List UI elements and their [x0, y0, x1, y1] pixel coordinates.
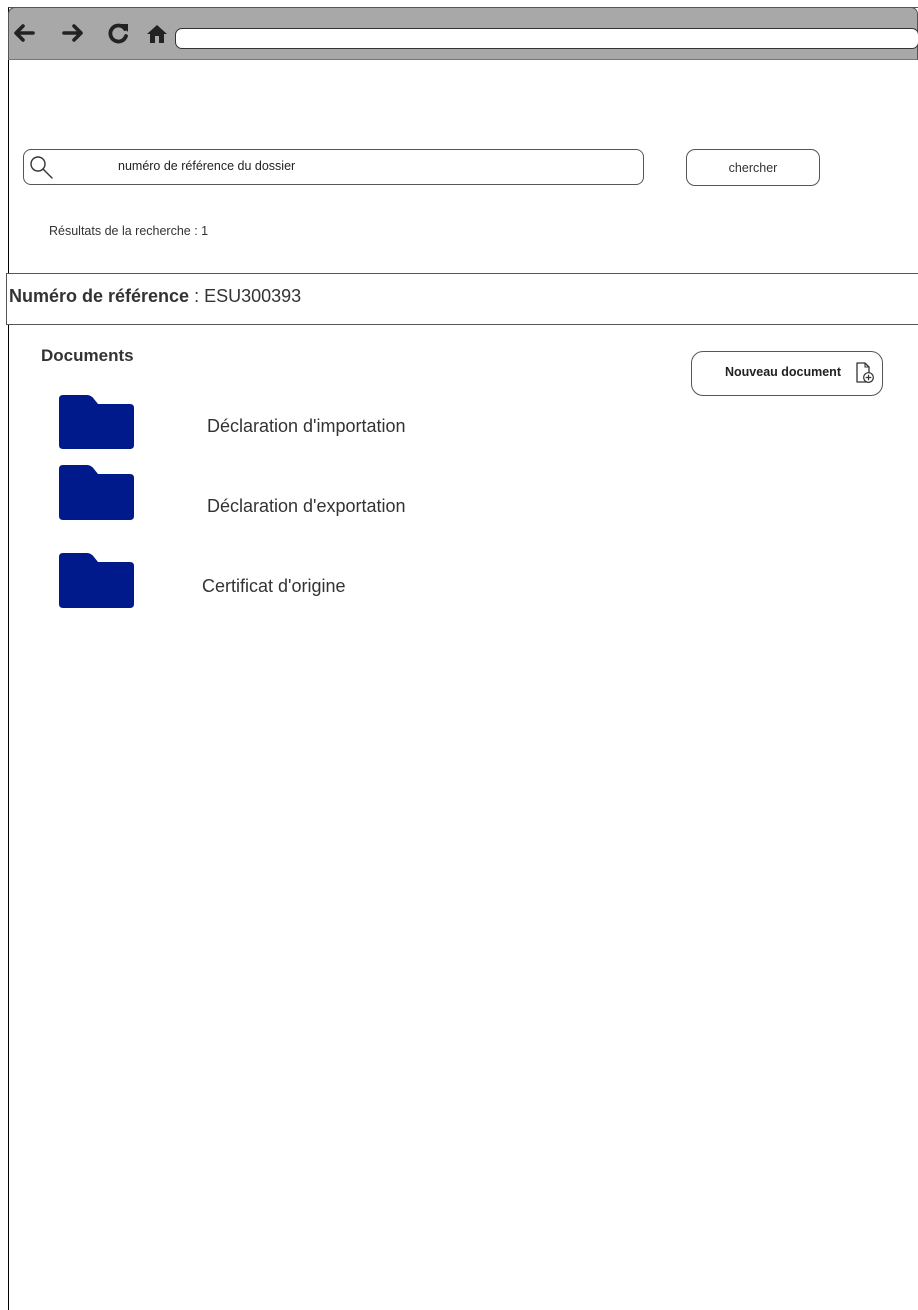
document-label: Déclaration d'importation [207, 416, 406, 436]
reference-separator: : [189, 286, 205, 306]
reload-icon[interactable] [106, 21, 132, 45]
folder-icon [59, 465, 134, 525]
reference-value: ESU300393 [204, 286, 302, 306]
reference-label: Numéro de référence [9, 286, 190, 306]
folder-icon [59, 553, 134, 613]
search-button[interactable]: chercher [686, 149, 820, 186]
search-placeholder: numéro de référence du dossier [118, 159, 296, 173]
document-label: Certificat d'origine [202, 576, 346, 596]
results-count: Résultats de la recherche : 1 [49, 224, 209, 238]
new-document-icon [855, 362, 875, 389]
reference-line: Numéro de référence : ESU300393 [9, 286, 301, 307]
back-arrow-icon[interactable] [11, 21, 37, 45]
folder-icon [59, 395, 134, 454]
new-document-button[interactable]: Nouveau document [691, 351, 883, 396]
forward-arrow-icon[interactable] [60, 21, 86, 45]
documents-title: Documents [41, 346, 134, 365]
search-input[interactable]: numéro de référence du dossier [23, 149, 644, 185]
new-document-label: Nouveau document [725, 365, 841, 379]
address-bar[interactable] [175, 28, 918, 49]
document-label: Déclaration d'exportation [207, 496, 406, 516]
browser-window [8, 7, 918, 1310]
search-icon [28, 154, 54, 180]
home-icon[interactable] [144, 21, 170, 45]
